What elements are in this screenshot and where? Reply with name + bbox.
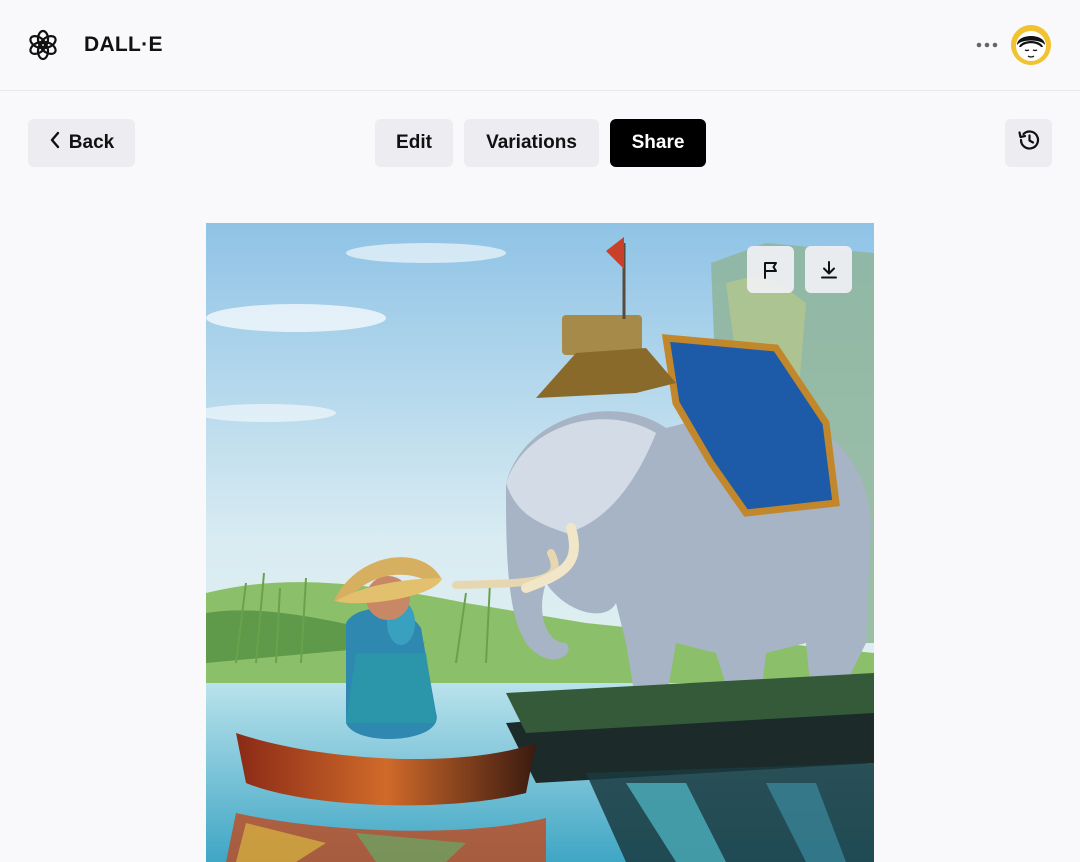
- download-icon: [818, 259, 840, 281]
- history-icon: [1016, 127, 1042, 159]
- avatar[interactable]: [1011, 25, 1051, 65]
- generated-image[interactable]: [206, 223, 874, 862]
- more-horizontal-icon[interactable]: [972, 30, 1002, 60]
- generated-image-painting: [206, 223, 874, 862]
- flag-button[interactable]: [747, 246, 794, 293]
- back-button[interactable]: Back: [28, 119, 135, 167]
- brand-title: DALL·E: [84, 33, 163, 56]
- openai-logo-icon[interactable]: [27, 29, 59, 61]
- history-button[interactable]: [1005, 119, 1052, 167]
- download-button[interactable]: [805, 246, 852, 293]
- share-button[interactable]: Share: [610, 119, 706, 167]
- top-bar: DALL·E: [0, 0, 1080, 91]
- variations-button[interactable]: Variations: [464, 119, 599, 167]
- edit-button[interactable]: Edit: [375, 119, 453, 167]
- chevron-left-icon: [49, 131, 61, 155]
- back-button-label: Back: [68, 132, 115, 153]
- flag-icon: [760, 259, 782, 281]
